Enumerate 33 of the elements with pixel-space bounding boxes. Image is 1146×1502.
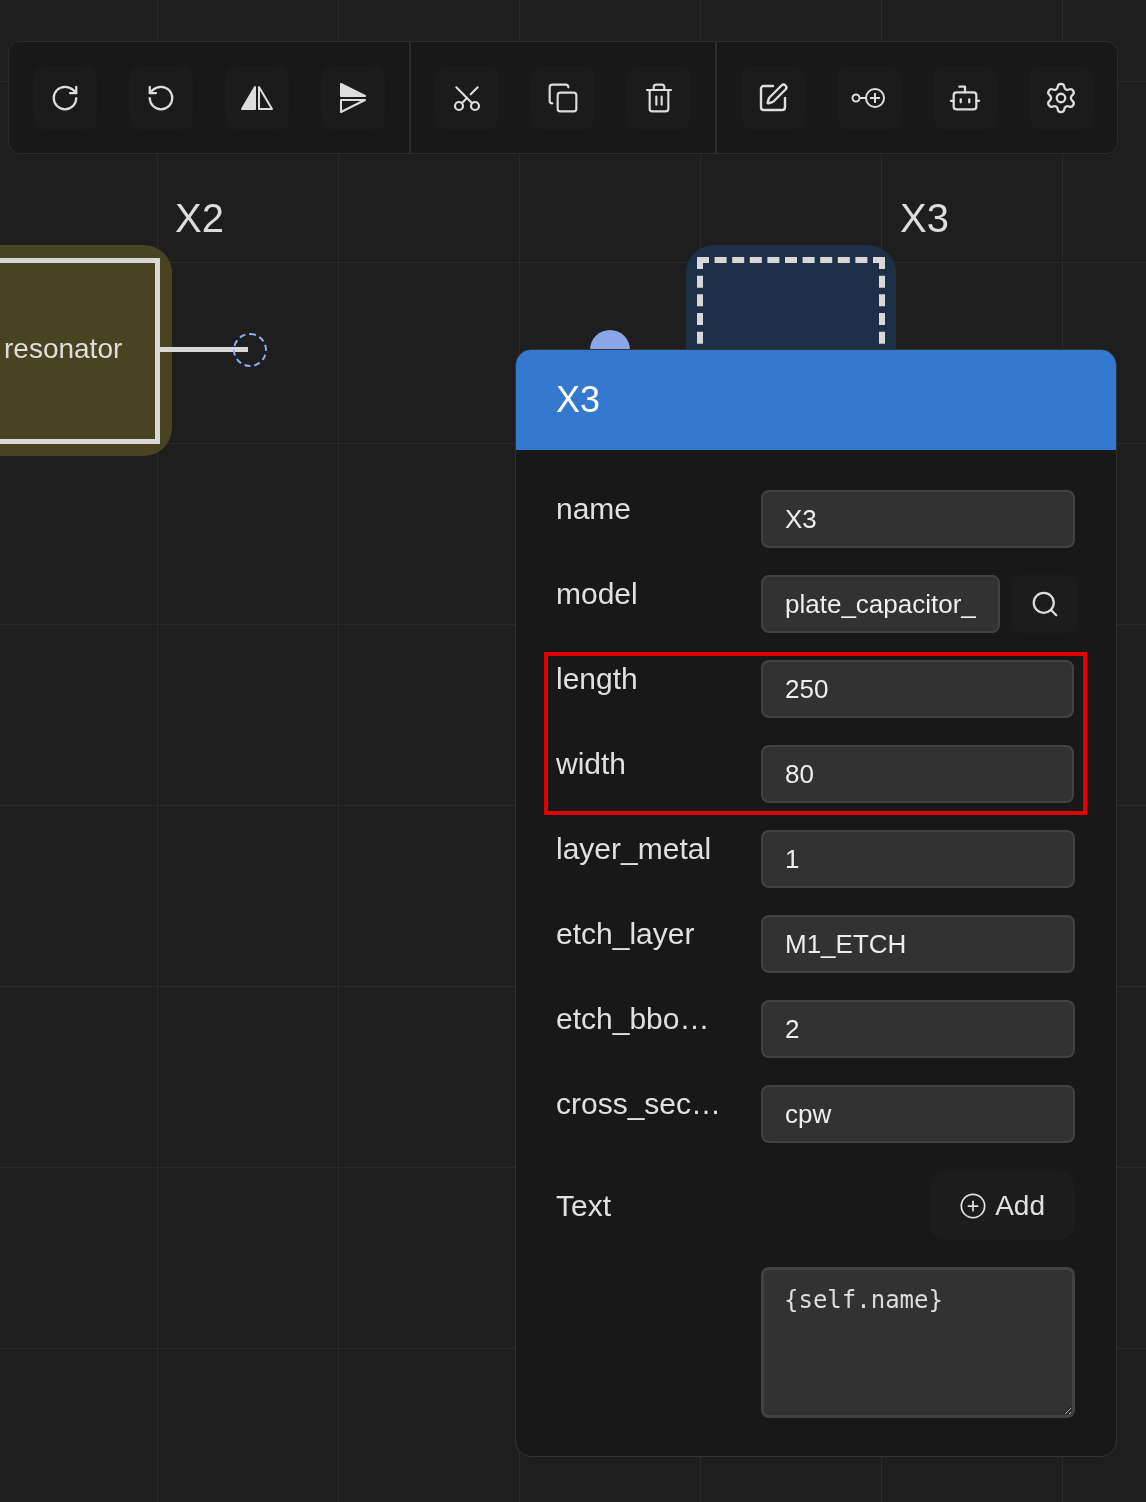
search-button[interactable] [1011,575,1078,633]
node-label: X3 [900,196,949,240]
text-field[interactable]: X3 [761,490,1075,548]
field-label: layer_metal [556,831,713,867]
flip-horizontal-icon [240,84,274,111]
settings-icon [1044,80,1078,115]
text-field[interactable]: 2 [761,1000,1075,1058]
text-field[interactable]: plate_capacitor_ [761,575,1000,633]
text-field[interactable]: 80 [761,745,1074,803]
add-button[interactable]: Add [929,1171,1075,1240]
field-label: name [556,491,633,527]
flip-vertical-icon [339,81,367,114]
port-marker [233,333,267,367]
text-field[interactable]: cpw [761,1085,1075,1143]
field-label: model [556,576,639,612]
node-label: X2 [175,196,224,240]
section-label: Text [556,1188,612,1224]
field-label: length [556,661,639,697]
node-name: resonator [4,332,123,366]
node-plus-icon [851,85,887,110]
text-field[interactable]: 1 [761,830,1075,888]
panel-title: X3 [556,378,601,422]
field-label: etch_layer [556,916,696,952]
field-label: etch_bbo… [556,1001,711,1037]
field-label: cross_sec… [556,1086,723,1122]
text-field[interactable]: M1_ETCH [761,915,1075,973]
edit-icon [757,81,789,114]
text-area[interactable]: {self.name} [761,1267,1075,1418]
trash-icon [643,81,675,114]
plus-circle-icon [959,1191,988,1220]
copy-icon [547,81,579,114]
field-label: width [556,746,628,782]
text-field[interactable]: 250 [761,660,1074,718]
